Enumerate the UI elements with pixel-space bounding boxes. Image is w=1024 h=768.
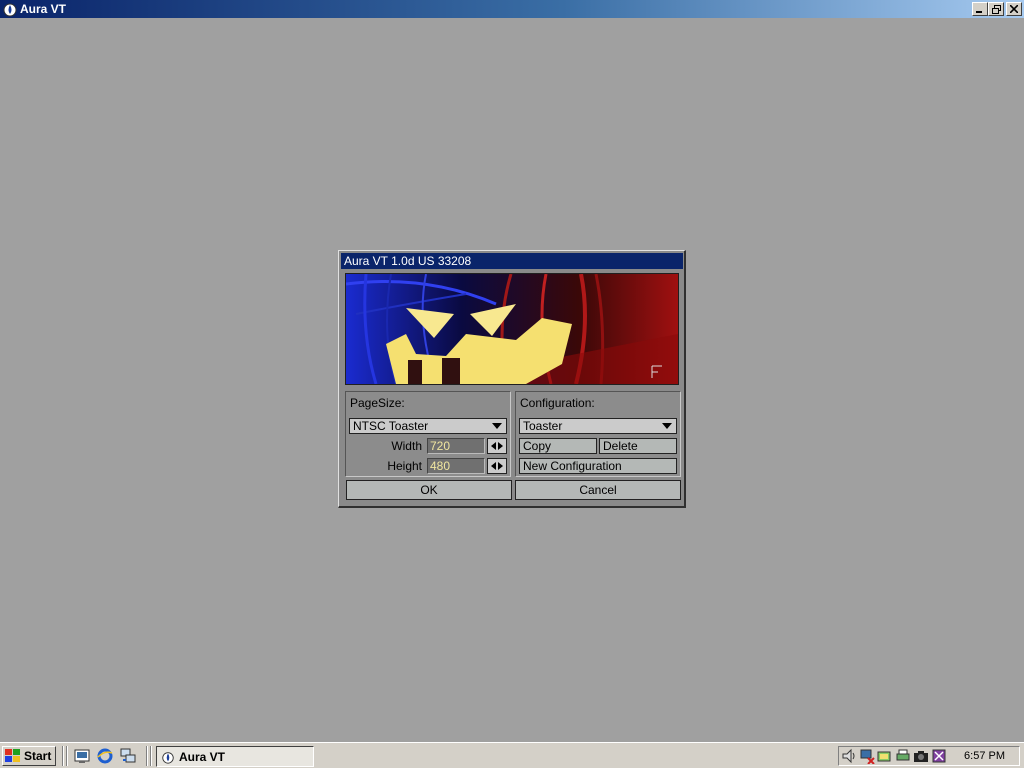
display-icon[interactable] — [877, 748, 893, 764]
taskbar-item-aura-vt[interactable]: Aura VT — [156, 746, 314, 767]
close-icon — [1010, 5, 1018, 13]
chevron-down-icon — [492, 423, 502, 429]
taskbar-separator — [146, 746, 148, 766]
restore-button[interactable] — [988, 2, 1004, 16]
window-titlebar[interactable]: Aura VT — [0, 0, 1024, 18]
windows-flag-icon — [5, 749, 20, 762]
left-right-arrows-icon — [491, 462, 503, 470]
cancel-button[interactable]: Cancel — [515, 480, 681, 500]
delete-button[interactable]: Delete — [599, 438, 677, 454]
startup-dialog: Aura VT 1.0d US 33208 PageSize: NTSC Toa… — [338, 250, 686, 508]
dialog-title: Aura VT 1.0d US 33208 — [341, 253, 683, 269]
new-configuration-button[interactable]: New Configuration — [519, 458, 677, 474]
pagesize-selected: NTSC Toaster — [353, 419, 429, 433]
configuration-selected: Toaster — [523, 419, 563, 433]
height-label: Height — [387, 459, 422, 473]
configuration-panel: Configuration: Toaster Copy Delete New C… — [515, 391, 681, 477]
printer-icon[interactable] — [895, 748, 911, 764]
system-tray: 6:57 PM — [838, 746, 1020, 766]
show-desktop-icon[interactable] — [74, 748, 90, 764]
volume-icon[interactable] — [841, 748, 857, 764]
left-right-arrows-icon — [491, 442, 503, 450]
network-disconnected-icon[interactable] — [859, 748, 875, 764]
pagesize-dropdown[interactable]: NTSC Toaster — [349, 418, 507, 434]
task-label: Aura VT — [179, 749, 226, 764]
ok-button[interactable]: OK — [346, 480, 512, 500]
width-field[interactable]: 720 — [427, 438, 485, 454]
network-icon[interactable] — [120, 748, 136, 764]
app-tray-icon[interactable] — [931, 748, 947, 764]
taskbar-separator — [66, 746, 68, 766]
camera-icon[interactable] — [913, 748, 929, 764]
taskbar: Start Aura VT 6:57 PM — [0, 742, 1024, 768]
minimize-icon — [976, 11, 982, 13]
start-label: Start — [24, 749, 52, 763]
chevron-down-icon — [662, 423, 672, 429]
pagesize-panel: PageSize: NTSC Toaster Width 720 Height … — [345, 391, 511, 477]
close-button[interactable] — [1006, 2, 1022, 16]
jack-o-lantern-splash-image — [346, 274, 678, 384]
height-stepper[interactable] — [487, 458, 507, 474]
clock[interactable]: 6:57 PM — [964, 750, 1005, 762]
start-button[interactable]: Start — [2, 746, 56, 766]
restore-icon — [991, 4, 1001, 14]
width-stepper[interactable] — [487, 438, 507, 454]
aura-icon — [3, 3, 17, 17]
window-title: Aura VT — [20, 2, 67, 16]
minimize-button[interactable] — [972, 2, 988, 16]
configuration-dropdown[interactable]: Toaster — [519, 418, 677, 434]
configuration-label: Configuration: — [520, 396, 595, 410]
pagesize-label: PageSize: — [350, 396, 405, 410]
taskbar-separator — [150, 746, 152, 766]
aura-icon — [162, 751, 174, 764]
height-field[interactable]: 480 — [427, 458, 485, 474]
width-label: Width — [391, 439, 422, 453]
copy-button[interactable]: Copy — [519, 438, 597, 454]
internet-explorer-icon[interactable] — [97, 748, 113, 764]
taskbar-separator — [62, 746, 64, 766]
splash-banner — [345, 273, 679, 385]
